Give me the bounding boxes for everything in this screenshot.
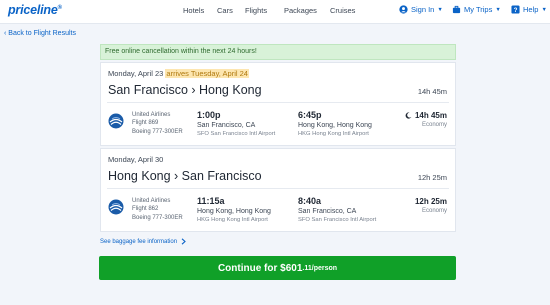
user-icon [399,5,408,14]
leg-route: San Francisco › Hong Kong [108,83,262,97]
arrival-airport: HKG Hong Kong Intl Airport [298,131,369,137]
flight-number: Flight 862 [132,206,159,213]
arrival-time: 8:40a [298,196,322,206]
suitcase-icon [452,5,461,14]
nav-flights[interactable]: Flights [245,6,267,15]
airline-info: United Airlines Flight 869 Boeing 777-30… [132,111,183,136]
chevron-right-icon [181,238,186,245]
segment-duration-text: 12h 25m [414,197,447,206]
arrival-info: 6:45p Hong Kong, Hong Kong HKG Hong Kong… [298,110,372,138]
cancellation-banner-text: Free online cancellation within the next… [105,48,257,55]
leg-date: Monday, April 23 arrives Tuesday, April … [108,69,249,78]
flight-number: Flight 869 [132,120,159,127]
departure-airport: SFO San Francisco Intl Airport [197,131,276,137]
united-airlines-logo-icon [108,199,124,215]
departure-time: 1:00p [197,110,221,120]
segment-duration: 12h 25m Economy [415,197,447,214]
svg-text:?: ? [514,7,518,14]
sign-in-menu[interactable]: Sign In ▼ [399,5,443,14]
arrival-city: Hong Kong, Hong Kong [298,122,372,129]
moon-icon [405,112,412,119]
help-menu[interactable]: ? Help ▼ [511,5,547,14]
back-to-results-link[interactable]: ‹ Back to Flight Results [4,30,76,37]
baggage-fee-label: See baggage fee information [100,238,178,245]
baggage-fee-link[interactable]: See baggage fee information [100,238,186,245]
my-trips-menu[interactable]: My Trips ▼ [452,5,501,14]
nav-cruises[interactable]: Cruises [330,6,355,15]
departure-city: San Francisco, CA [197,122,256,129]
arrival-time: 6:45p [298,110,322,120]
continue-label: Continue for $601 [217,262,303,274]
segment-duration-text: 14h 45m [414,111,447,120]
chevron-down-icon: ▼ [541,6,547,13]
arrival-date-note: arrives Tuesday, April 24 [165,69,249,78]
help-label: Help [523,5,539,14]
departure-time: 11:15a [197,196,225,206]
question-icon: ? [511,5,520,14]
sign-in-label: Sign In [411,5,435,14]
my-trips-label: My Trips [464,5,493,14]
leg-date-text: Monday, April 23 [108,69,164,78]
cancellation-banner: Free online cancellation within the next… [100,44,456,60]
segment-duration-time: 14h 45m [405,111,447,120]
nav-hotels[interactable]: Hotels [183,6,204,15]
aircraft-type: Boeing 777-300ER [132,128,183,135]
flight-leg-return: Monday, April 30 Hong Kong › San Francis… [100,148,456,232]
leg-total-duration: 12h 25m [417,173,447,182]
back-bar: ‹ Back to Flight Results [0,26,550,42]
continue-button[interactable]: Continue for $601.11/person [99,256,456,280]
cabin-class: Economy [421,122,447,128]
airline-name: United Airlines [132,198,171,204]
departure-airport: HKG Hong Kong Intl Airport [197,217,268,223]
airline-info: United Airlines Flight 862 Boeing 777-30… [132,197,183,222]
divider [107,102,449,103]
top-navigation-bar: priceline® Hotels Cars Flights Packages … [0,0,550,24]
flight-leg-outbound: Monday, April 23 arrives Tuesday, April … [100,62,456,146]
segment-duration: 14h 45m Economy [405,111,447,128]
arrival-city: San Francisco, CA [298,208,357,215]
arrival-airport: SFO San Francisco Intl Airport [298,217,377,223]
leg-route: Hong Kong › San Francisco [108,169,262,183]
chevron-down-icon: ▼ [437,6,443,13]
leg-date-text: Monday, April 30 [108,155,164,164]
cabin-class: Economy [421,208,447,214]
aircraft-type: Boeing 777-300ER [132,214,183,221]
united-airlines-logo-icon [108,113,124,129]
departure-info: 1:00p San Francisco, CA SFO San Francisc… [197,110,275,138]
leg-total-duration: 14h 45m [417,87,447,96]
chevron-down-icon: ▼ [495,6,501,13]
divider [107,188,449,189]
departure-city: Hong Kong, Hong Kong [197,208,271,215]
nav-packages[interactable]: Packages [284,6,317,15]
segment-duration-time: 12h 25m [415,197,447,206]
continue-price-suffix: .11/person [302,264,338,272]
arrival-info: 8:40a San Francisco, CA SFO San Francisc… [298,196,376,224]
airline-name: United Airlines [132,112,171,118]
priceline-logo[interactable]: priceline® [8,3,62,17]
leg-date: Monday, April 30 [108,155,163,164]
nav-cars[interactable]: Cars [217,6,233,15]
departure-info: 11:15a Hong Kong, Hong Kong HKG Hong Kon… [197,196,271,224]
